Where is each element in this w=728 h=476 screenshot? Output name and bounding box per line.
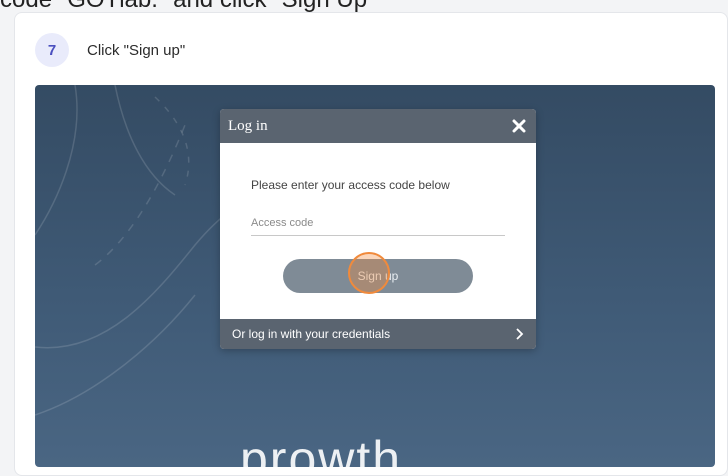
chevron-right-icon [516, 328, 524, 340]
step-instruction: Click "Sign up" [87, 41, 186, 59]
modal-body: Please enter your access code below Sign… [220, 143, 536, 319]
access-code-input[interactable] [251, 211, 505, 236]
step-row: 7 Click "Sign up" [35, 33, 185, 67]
sign-up-button[interactable]: Sign up [283, 259, 473, 293]
step-number-badge: 7 [35, 33, 69, 67]
background-brand-text: prowth [240, 431, 403, 467]
step-card: 7 Click "Sign up" prowth Log in Please e… [14, 12, 728, 476]
credentials-link-label: Or log in with your credentials [232, 327, 391, 341]
access-code-instruction: Please enter your access code below [251, 178, 450, 192]
screenshot-area: prowth Log in Please enter your access c… [35, 85, 715, 467]
login-modal: Log in Please enter your access code bel… [220, 109, 536, 349]
close-icon[interactable] [512, 119, 526, 133]
modal-header: Log in [220, 109, 536, 143]
modal-title: Log in [228, 117, 268, 134]
credentials-login-link[interactable]: Or log in with your credentials [220, 319, 536, 349]
